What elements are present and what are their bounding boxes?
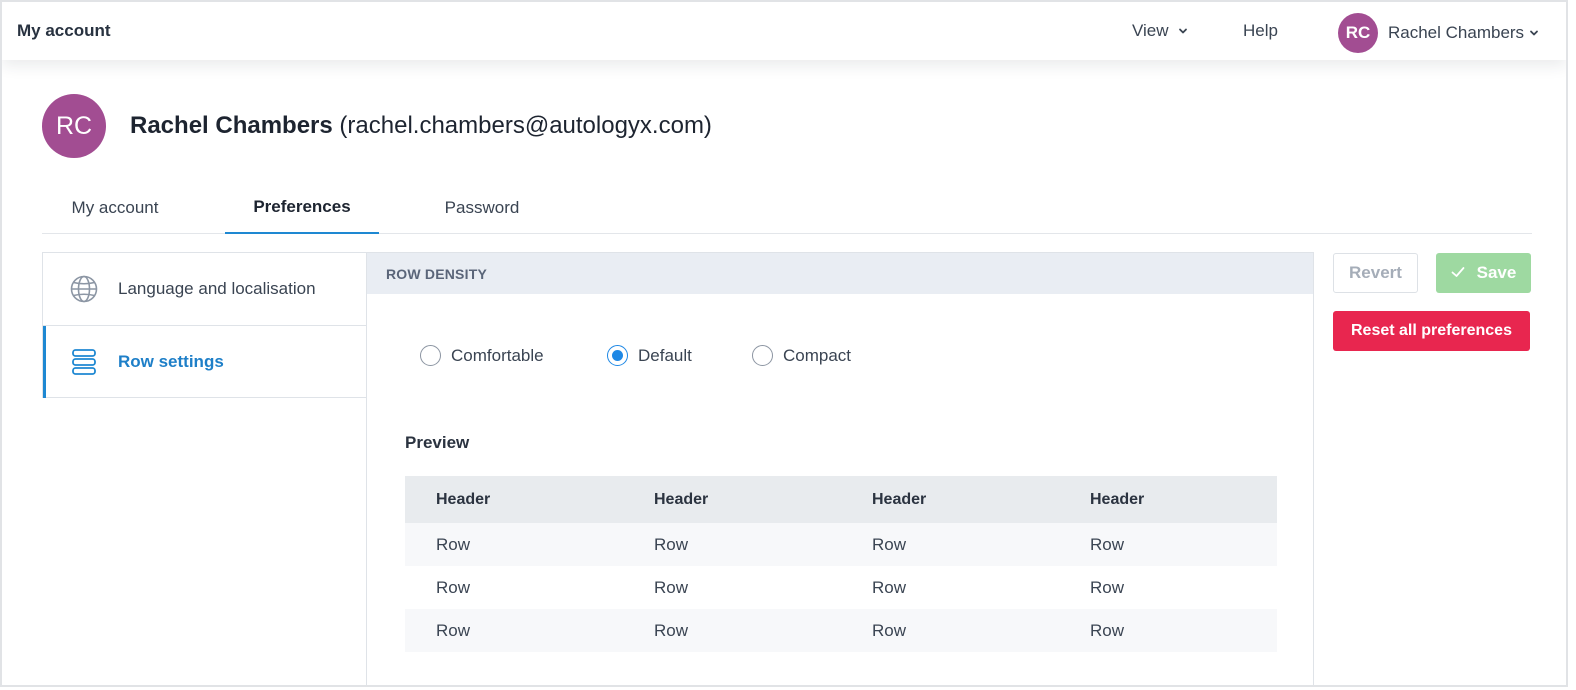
table-row: Row Row Row Row — [405, 523, 1277, 566]
check-icon — [1451, 263, 1465, 283]
globe-icon — [69, 274, 99, 304]
column-header: Header — [623, 476, 841, 523]
section-header: ROW DENSITY — [367, 253, 1313, 294]
table-cell: Row — [872, 577, 907, 597]
table-cell: Row — [623, 523, 841, 566]
tab-password[interactable]: Password — [417, 182, 547, 234]
radio-button[interactable] — [420, 345, 441, 366]
revert-button[interactable]: Revert — [1333, 253, 1418, 293]
table-cell: Row — [654, 577, 689, 597]
view-menu[interactable]: View — [1132, 21, 1189, 41]
user-avatar: RC — [1338, 13, 1378, 53]
help-link[interactable]: Help — [1243, 21, 1278, 41]
top-bar: My account View Help RC Rachel Chambers — [2, 2, 1566, 60]
table-cell: Row — [841, 523, 1059, 566]
profile-avatar: RC — [42, 94, 106, 158]
table-cell: Row — [1090, 577, 1125, 597]
column-header: Header — [1059, 476, 1277, 523]
column-header: Header — [405, 476, 623, 523]
user-menu[interactable]: RC Rachel Chambers — [1338, 13, 1540, 53]
sidebar-item-label: Row settings — [118, 352, 224, 371]
radio-button-checked[interactable] — [607, 345, 628, 366]
preferences-sidebar: Language and localisation Row settings — [42, 252, 366, 398]
sidebar-item-language[interactable]: Language and localisation — [43, 253, 366, 326]
preview-label: Preview — [405, 433, 470, 452]
chevron-down-icon — [1177, 25, 1189, 37]
radio-default[interactable]: Default — [607, 345, 692, 366]
preview-table: Header Header Header Header Row Row Row … — [405, 476, 1277, 652]
table-cell: Row — [841, 609, 1059, 652]
save-button-label: Save — [1476, 263, 1517, 282]
table-cell: Row — [1059, 523, 1277, 566]
app-title: My account — [17, 21, 111, 40]
radio-label: Comfortable — [451, 345, 544, 365]
table-cell: Row — [436, 577, 471, 597]
sidebar-item-row-settings[interactable]: Row settings — [43, 326, 366, 398]
table-cell: Row — [405, 523, 623, 566]
table-row: Row Row Row Row — [405, 566, 1277, 609]
radio-button[interactable] — [752, 345, 773, 366]
radio-compact[interactable]: Compact — [752, 345, 851, 366]
view-menu-label: View — [1132, 21, 1169, 40]
sidebar-item-label: Language and localisation — [118, 279, 316, 298]
table-cell: Row — [623, 609, 841, 652]
row-density-panel: ROW DENSITY Comfortable Default Compact … — [366, 252, 1314, 685]
profile-email: (rachel.chambers@autologyx.com) — [339, 112, 712, 139]
table-cell: Row — [405, 609, 623, 652]
table-row: Row Row Row Row — [405, 609, 1277, 652]
tab-preferences[interactable]: Preferences — [225, 182, 379, 234]
table-cell: Row — [1059, 609, 1277, 652]
profile-heading: Rachel Chambers (rachel.chambers@autolog… — [130, 112, 712, 140]
radio-label: Default — [638, 345, 692, 365]
chevron-down-icon — [1528, 27, 1540, 39]
table-header-row: Header Header Header Header — [405, 476, 1277, 523]
reset-all-preferences-button[interactable]: Reset all preferences — [1333, 311, 1530, 351]
radio-comfortable[interactable]: Comfortable — [420, 345, 544, 366]
column-header: Header — [841, 476, 1059, 523]
radio-label: Compact — [783, 345, 852, 365]
profile-name: Rachel Chambers — [130, 112, 333, 139]
account-tabs: My account Preferences Password — [42, 182, 1532, 234]
rows-icon — [69, 347, 99, 377]
app-window: My account View Help RC Rachel Chambers … — [0, 0, 1568, 687]
radio-dot — [612, 350, 623, 361]
user-menu-name: Rachel Chambers — [1388, 23, 1525, 42]
tab-my-account[interactable]: My account — [42, 182, 188, 234]
save-button[interactable]: Save — [1436, 253, 1531, 293]
